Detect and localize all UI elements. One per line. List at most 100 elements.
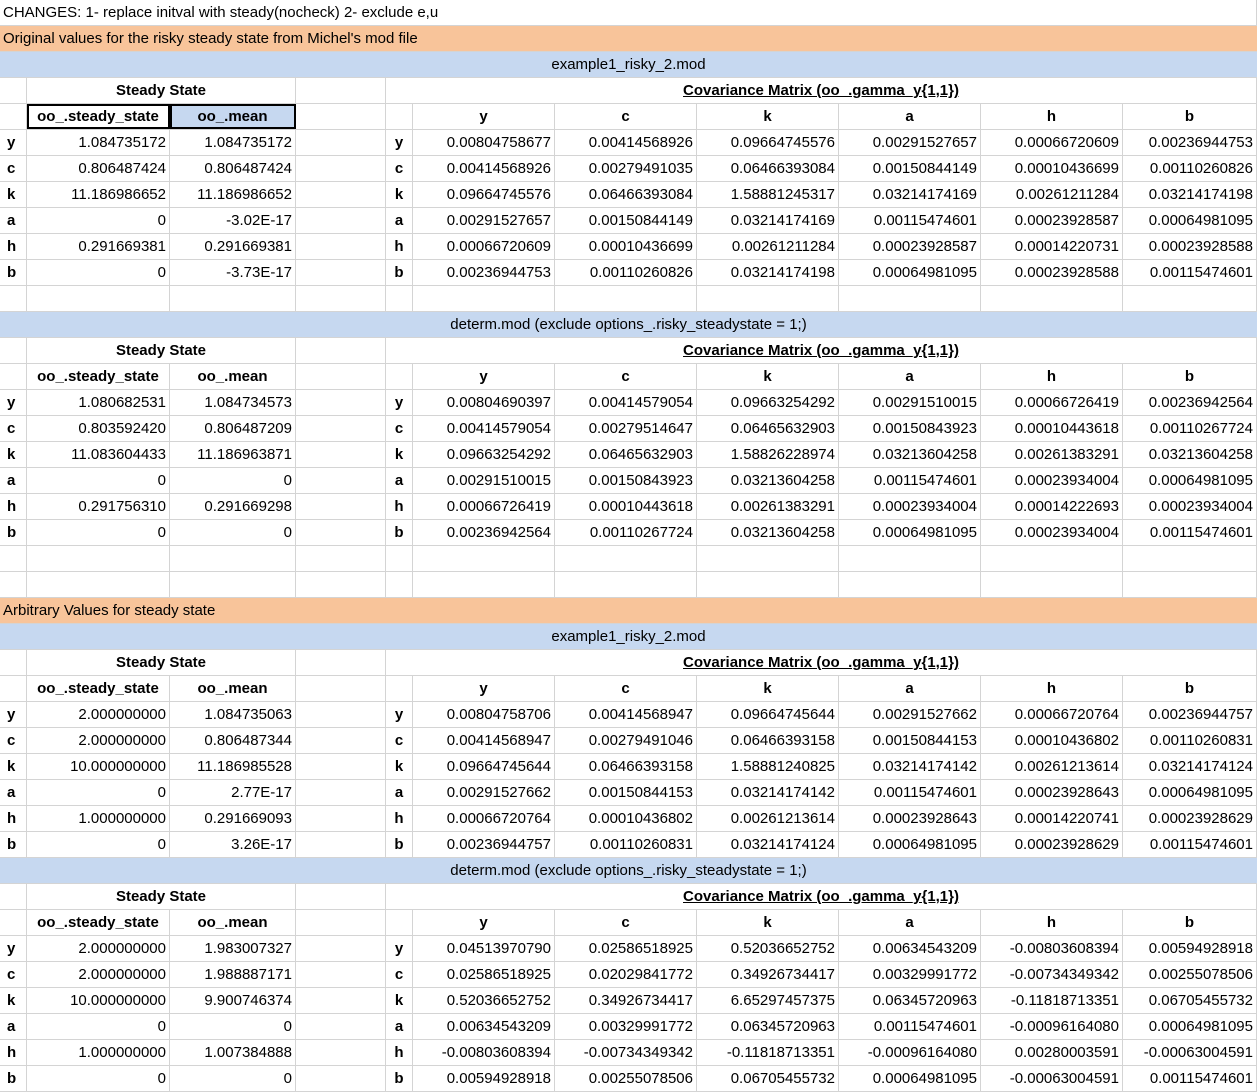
covariance-value[interactable]: 0.00115474601: [1123, 520, 1257, 545]
matrix-col-header-y[interactable]: y: [413, 364, 555, 389]
covariance-value[interactable]: 0.00066726419: [981, 390, 1123, 415]
covariance-value[interactable]: 0.06466393084: [555, 182, 697, 207]
cell-empty[interactable]: [555, 546, 697, 571]
cell-empty[interactable]: [296, 338, 386, 363]
covariance-value[interactable]: 0.03213604258: [839, 442, 981, 467]
cell-empty[interactable]: [0, 286, 27, 311]
matrix-col-header-c[interactable]: c: [555, 104, 697, 129]
cell-empty[interactable]: [296, 754, 386, 779]
cell-empty[interactable]: [296, 806, 386, 831]
block-title[interactable]: determ.mod (exclude options_.risky_stead…: [0, 858, 1257, 883]
covariance-value[interactable]: 0.02029841772: [555, 962, 697, 987]
covariance-value[interactable]: 1.58881240825: [697, 754, 839, 779]
covariance-value[interactable]: 0.06465632903: [555, 442, 697, 467]
cell-empty[interactable]: [296, 364, 386, 389]
covariance-value[interactable]: 0.00115474601: [1123, 832, 1257, 857]
matrix-row-label-y[interactable]: y: [386, 390, 413, 415]
matrix-col-header-c[interactable]: c: [555, 676, 697, 701]
row-label-a[interactable]: a: [0, 468, 27, 493]
row-label-b[interactable]: b: [0, 1066, 27, 1091]
covariance-value[interactable]: 0.03214174124: [697, 832, 839, 857]
covariance-value[interactable]: 0.09664745576: [413, 182, 555, 207]
covariance-value[interactable]: 0.00010443618: [981, 416, 1123, 441]
covariance-value[interactable]: 0.00236944753: [1123, 130, 1257, 155]
covariance-value[interactable]: 0.00414568947: [413, 728, 555, 753]
covariance-value[interactable]: 0.03213604258: [1123, 442, 1257, 467]
matrix-col-header-h[interactable]: h: [981, 364, 1123, 389]
covariance-value[interactable]: 0.00594928918: [1123, 936, 1257, 961]
mean-value[interactable]: 1.988887171: [170, 962, 296, 987]
steady-state-value[interactable]: 10.000000000: [27, 754, 170, 779]
matrix-row-label-h[interactable]: h: [386, 494, 413, 519]
covariance-value[interactable]: 0.00261213614: [697, 806, 839, 831]
steady-state-value[interactable]: 0.291669381: [27, 234, 170, 259]
row-label-a[interactable]: a: [0, 208, 27, 233]
row-label-a[interactable]: a: [0, 1014, 27, 1039]
cell-empty[interactable]: [296, 1066, 386, 1091]
covariance-value[interactable]: 0.00023934004: [981, 468, 1123, 493]
covariance-value[interactable]: 0.00634543209: [839, 936, 981, 961]
matrix-col-header-c[interactable]: c: [555, 364, 697, 389]
cell-empty[interactable]: [296, 156, 386, 181]
cell-empty[interactable]: [296, 416, 386, 441]
matrix-row-label-c[interactable]: c: [386, 416, 413, 441]
mean-value[interactable]: 1.983007327: [170, 936, 296, 961]
covariance-value[interactable]: 0.00064981095: [1123, 468, 1257, 493]
cell-empty[interactable]: [0, 884, 27, 909]
covariance-value[interactable]: 0.03214174198: [1123, 182, 1257, 207]
steady-state-value[interactable]: 1.084735172: [27, 130, 170, 155]
cell-empty[interactable]: [386, 572, 413, 597]
covariance-value[interactable]: 0.00291527662: [413, 780, 555, 805]
matrix-row-label-b[interactable]: b: [386, 1066, 413, 1091]
covariance-value[interactable]: 0.00014220741: [981, 806, 1123, 831]
covariance-value[interactable]: 0.00010443618: [555, 494, 697, 519]
covariance-value[interactable]: 0.00804758706: [413, 702, 555, 727]
cell-empty[interactable]: [386, 910, 413, 935]
covariance-value[interactable]: 0.00115474601: [1123, 1066, 1257, 1091]
cell-empty[interactable]: [296, 1014, 386, 1039]
covariance-value[interactable]: 0.06705455732: [1123, 988, 1257, 1013]
mean-value[interactable]: 0.291669381: [170, 234, 296, 259]
block-title[interactable]: example1_risky_2.mod: [0, 624, 1257, 649]
covariance-value[interactable]: 0.04513970790: [413, 936, 555, 961]
covariance-value[interactable]: 0.00110267724: [1123, 416, 1257, 441]
covariance-value[interactable]: 0.34926734417: [697, 962, 839, 987]
steady-state-value[interactable]: 0.803592420: [27, 416, 170, 441]
matrix-row-label-b[interactable]: b: [386, 520, 413, 545]
covariance-value[interactable]: 0.34926734417: [555, 988, 697, 1013]
mean-value[interactable]: 3.26E-17: [170, 832, 296, 857]
covariance-value[interactable]: 0.00150844153: [555, 780, 697, 805]
covariance-value[interactable]: 0.00329991772: [555, 1014, 697, 1039]
row-label-y[interactable]: y: [0, 702, 27, 727]
covariance-value[interactable]: 0.03214174198: [697, 260, 839, 285]
matrix-col-header-b[interactable]: b: [1123, 104, 1257, 129]
covariance-value[interactable]: 0.00279514647: [555, 416, 697, 441]
covariance-value[interactable]: 0.00010436699: [555, 234, 697, 259]
cell-empty[interactable]: [0, 572, 27, 597]
covariance-value[interactable]: 0.09663254292: [697, 390, 839, 415]
cell-empty[interactable]: [296, 702, 386, 727]
col-header-steady-state[interactable]: oo_.steady_state: [27, 104, 170, 129]
cell-empty[interactable]: [296, 182, 386, 207]
cell-empty[interactable]: [1123, 286, 1257, 311]
matrix-col-header-h[interactable]: h: [981, 910, 1123, 935]
matrix-row-label-a[interactable]: a: [386, 780, 413, 805]
mean-value[interactable]: -3.02E-17: [170, 208, 296, 233]
cell-empty[interactable]: [296, 78, 386, 103]
col-header-mean[interactable]: oo_.mean: [170, 364, 296, 389]
block-title[interactable]: determ.mod (exclude options_.risky_stead…: [0, 312, 1257, 337]
row-label-k[interactable]: k: [0, 988, 27, 1013]
matrix-col-header-a[interactable]: a: [839, 910, 981, 935]
covariance-value[interactable]: 0.00150844149: [839, 156, 981, 181]
cell-empty[interactable]: [296, 884, 386, 909]
matrix-row-label-b[interactable]: b: [386, 260, 413, 285]
covariance-value[interactable]: 0.00115474601: [839, 1014, 981, 1039]
covariance-value[interactable]: 0.00261211284: [981, 182, 1123, 207]
matrix-col-header-h[interactable]: h: [981, 676, 1123, 701]
covariance-value[interactable]: 0.00414568947: [555, 702, 697, 727]
covariance-value[interactable]: 0.00064981095: [839, 260, 981, 285]
covariance-heading[interactable]: Covariance Matrix (oo_.gamma_y{1,1}): [386, 78, 1257, 103]
covariance-value[interactable]: 0.00261211284: [697, 234, 839, 259]
matrix-row-label-b[interactable]: b: [386, 832, 413, 857]
matrix-col-header-a[interactable]: a: [839, 104, 981, 129]
